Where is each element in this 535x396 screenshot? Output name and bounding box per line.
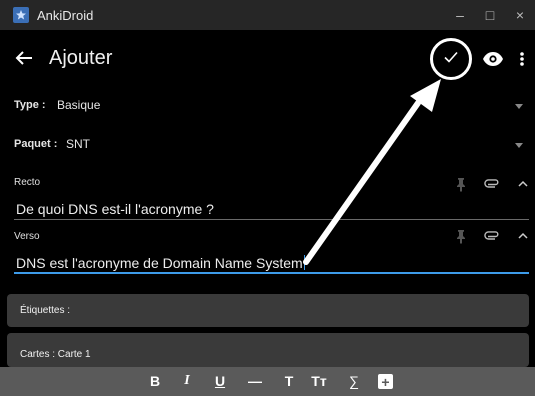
note-type-value: Basique	[57, 98, 101, 112]
chevron-up-icon[interactable]	[515, 228, 531, 244]
bold-button[interactable]: B	[147, 372, 163, 390]
pin-icon[interactable]	[453, 228, 469, 244]
note-type-label: Type :	[14, 99, 46, 111]
app-bar: Ajouter	[0, 30, 535, 88]
page-title: Ajouter	[49, 47, 113, 69]
chevron-up-icon[interactable]	[515, 176, 531, 192]
tags-label: Étiquettes :	[20, 305, 71, 316]
close-window-button[interactable]: ×	[505, 0, 535, 30]
arrow-left-icon[interactable]	[12, 46, 36, 70]
window-titlebar: AnkiDroid – □ ×	[0, 0, 535, 30]
cards-button[interactable]: Cartes : Carte 1	[7, 333, 529, 367]
title-button[interactable]: T	[281, 372, 297, 390]
minimize-button[interactable]: –	[445, 0, 475, 30]
back-field-underline	[14, 272, 529, 274]
deck-selector[interactable]: Paquet : SNT	[0, 135, 535, 155]
field-label-front: Recto	[14, 177, 41, 188]
front-field-input[interactable]: De quoi DNS est-il l'acronyme ?	[16, 201, 214, 217]
cards-label: Cartes : Carte 1	[20, 349, 91, 360]
italic-button[interactable]: I	[179, 372, 195, 390]
front-field-underline	[14, 219, 529, 220]
deck-label: Paquet :	[14, 138, 58, 150]
attachment-icon[interactable]	[484, 176, 500, 192]
anki-app-icon	[13, 7, 29, 23]
back-field-input[interactable]: DNS est l'acronyme de Domain Name System	[16, 255, 305, 271]
back-field-text: DNS est l'acronyme de Domain Name System	[16, 255, 303, 271]
maximize-button[interactable]: □	[475, 0, 505, 30]
checkmark-icon	[443, 49, 459, 70]
mathjax-button[interactable]: ∑	[344, 372, 364, 390]
underline-button[interactable]: U	[212, 372, 228, 390]
pin-icon[interactable]	[453, 176, 469, 192]
window-title: AnkiDroid	[37, 7, 94, 23]
preview-eye-icon[interactable]	[481, 47, 505, 71]
formatting-toolbar: B I U — T Tт ∑ +	[0, 367, 535, 396]
chevron-down-icon	[515, 143, 523, 148]
text-cursor	[303, 255, 305, 270]
tags-button[interactable]: Étiquettes :	[7, 294, 529, 327]
attachment-icon[interactable]	[484, 228, 500, 244]
font-size-button[interactable]: Tт	[308, 372, 330, 390]
horizontal-rule-button[interactable]: —	[244, 372, 266, 390]
deck-value: SNT	[66, 137, 90, 151]
add-button[interactable]: +	[378, 374, 393, 390]
field-label-back: Verso	[14, 231, 40, 242]
save-button[interactable]	[430, 38, 472, 80]
note-type-selector[interactable]: Type : Basique	[0, 96, 535, 116]
more-vert-icon[interactable]	[517, 47, 527, 71]
chevron-down-icon	[515, 104, 523, 109]
